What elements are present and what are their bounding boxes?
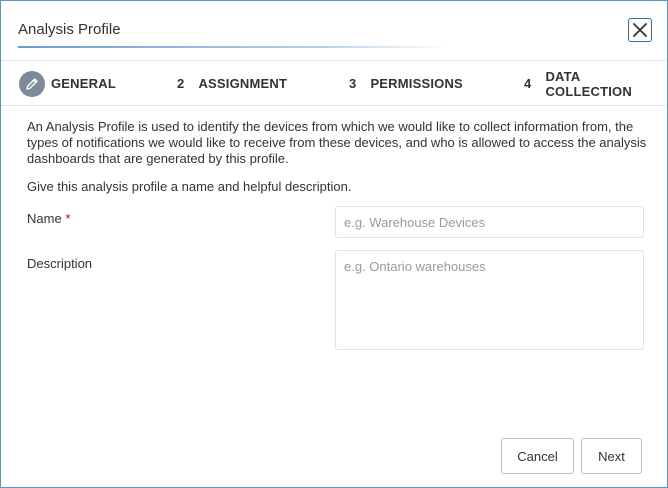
step-label: ASSIGNMENT — [198, 76, 288, 91]
step-assignment[interactable]: 2 ASSIGNMENT — [177, 61, 287, 106]
name-label: Name * — [27, 211, 71, 226]
title-underline — [18, 46, 450, 48]
dialog-content: An Analysis Profile is used to identify … — [27, 119, 647, 167]
analysis-profile-dialog: Analysis Profile GENERAL 2 ASSIGNMENT 3 — [0, 0, 668, 488]
dialog-header: Analysis Profile — [1, 1, 667, 61]
wizard-steps: GENERAL 2 ASSIGNMENT 3 PERMISSIONS 4 DAT… — [1, 61, 667, 106]
required-marker: * — [65, 211, 71, 226]
next-button[interactable]: Next — [581, 438, 642, 474]
step-number: 4 — [524, 76, 532, 91]
description-label: Description — [27, 256, 93, 271]
step-number: 3 — [349, 76, 357, 91]
dialog-title: Analysis Profile — [18, 21, 121, 38]
cancel-button[interactable]: Cancel — [501, 438, 574, 474]
step-data-collection[interactable]: 4 DATA COLLECTION — [524, 61, 667, 106]
description-textarea[interactable] — [335, 250, 644, 350]
close-icon — [633, 23, 647, 37]
step-general[interactable]: GENERAL — [19, 61, 116, 106]
pencil-icon — [19, 70, 45, 97]
step-label: PERMISSIONS — [370, 76, 463, 91]
step-label: GENERAL — [51, 76, 116, 91]
name-input[interactable] — [335, 206, 644, 238]
step-label: DATA COLLECTION — [545, 68, 632, 99]
step-permissions[interactable]: 3 PERMISSIONS — [349, 61, 463, 106]
step-number: 2 — [177, 76, 185, 91]
close-button[interactable] — [628, 18, 652, 42]
intro-text: An Analysis Profile is used to identify … — [27, 119, 647, 166]
subintro-text: Give this analysis profile a name and he… — [27, 179, 352, 194]
